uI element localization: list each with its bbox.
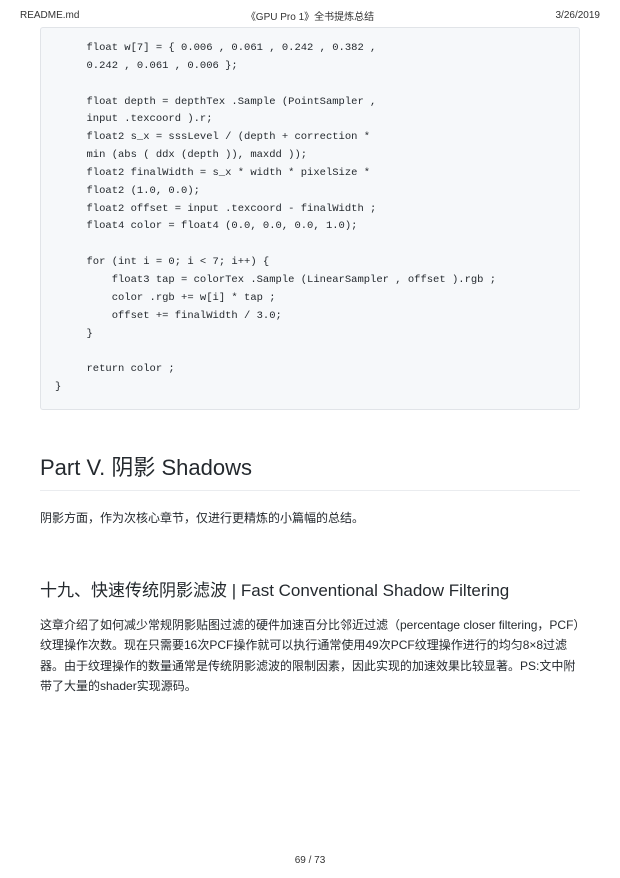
part-heading: Part V. 阴影 Shadows <box>40 450 580 491</box>
code-block: float w[7] = { 0.006 , 0.061 , 0.242 , 0… <box>40 27 580 410</box>
page-footer: 69 / 73 <box>0 855 620 866</box>
chapter-body: 这章介绍了如何减少常规阴影贴图过滤的硬件加速百分比邻近过滤（percentage… <box>40 615 580 697</box>
page-number: 69 / 73 <box>295 855 326 866</box>
page-header: README.md 《GPU Pro 1》全书提炼总结 3/26/2019 <box>0 0 620 27</box>
header-file: README.md <box>20 10 213 21</box>
header-title: 《GPU Pro 1》全书提炼总结 <box>213 8 406 23</box>
page-content: float w[7] = { 0.006 , 0.061 , 0.242 , 0… <box>0 27 620 697</box>
chapter-heading: 十九、快速传统阴影滤波 | Fast Conventional Shadow F… <box>40 576 580 601</box>
header-date: 3/26/2019 <box>407 10 600 21</box>
part-intro: 阴影方面，作为次核心章节，仅进行更精炼的小篇幅的总结。 <box>40 509 580 528</box>
